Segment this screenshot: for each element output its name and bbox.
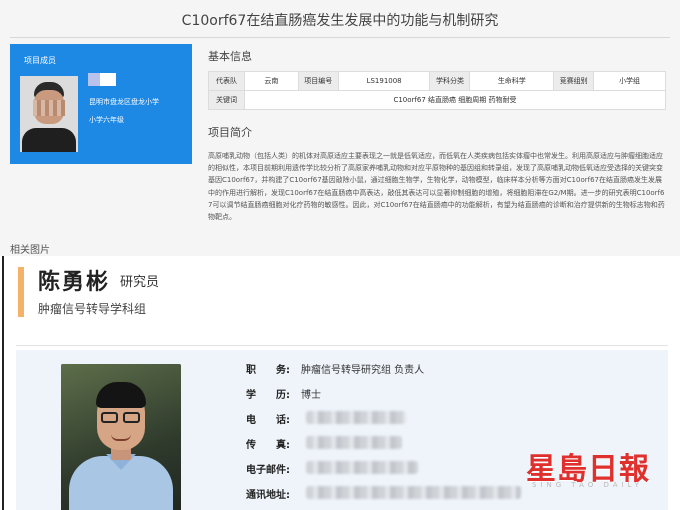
- address-redacted: [306, 486, 521, 499]
- subject-label: 学科分类: [429, 71, 471, 91]
- address-label: 通讯地址:: [246, 490, 290, 501]
- position-value: 肿瘤信号转导研究组 负责人: [301, 365, 425, 376]
- phone-redacted: [306, 411, 406, 424]
- member-name-redacted: [88, 73, 116, 86]
- email-redacted: [306, 461, 418, 474]
- member-panel-heading: 项目成员: [24, 56, 56, 65]
- member-school: 昆明市盘龙区盘龙小学: [89, 98, 159, 106]
- profile-divider: [16, 345, 668, 346]
- phone-label: 电 话:: [246, 415, 290, 426]
- group-label: 竞赛组别: [553, 71, 595, 91]
- id-label: 项目编号: [297, 71, 339, 91]
- project-page: C10orf67在结直肠癌发生发展中的功能与机制研究 项目成员 昆明市盘龙区盘龙…: [0, 0, 680, 256]
- face-mosaic: [33, 100, 65, 116]
- researcher-role: 研究员: [120, 275, 160, 290]
- rep-value: 云南: [243, 71, 299, 91]
- researcher-name: 陈勇彬: [38, 270, 111, 295]
- member-photo: [20, 76, 78, 152]
- group-value: 小学组: [593, 71, 666, 91]
- fax-redacted: [306, 436, 402, 449]
- id-value: LS191008: [337, 71, 431, 91]
- education-value: 博士: [301, 390, 321, 401]
- accent-bar: [18, 267, 24, 317]
- basic-info-table: 代表队 云南 项目编号 LS191008 学科分类 生命科学 竞赛组别 小学组 …: [208, 71, 667, 110]
- table-row: 关键词 C10orf67 结直肠癌 细胞周期 药物耐受: [208, 90, 667, 110]
- subject-value: 生命科学: [469, 71, 555, 91]
- intro-text: 高原哺乳动物（包括人类）的机体对高原适应主要表现之一就是低氧适应，而低氧在人类疾…: [208, 152, 665, 222]
- position-label: 职 务:: [246, 365, 290, 376]
- researcher-photo: [61, 364, 181, 510]
- table-row: 代表队 云南 项目编号 LS191008 学科分类 生命科学 竞赛组别 小学组: [208, 71, 666, 91]
- member-grade: 小学六年级: [89, 116, 124, 124]
- email-label: 电子邮件:: [246, 465, 290, 476]
- watermark-english: SING TAO DAILY: [532, 481, 643, 489]
- education-label: 学 历:: [246, 390, 290, 401]
- sing-tao-watermark: 星島日報 SING TAO DAILY: [520, 444, 670, 494]
- rep-label: 代表队: [208, 71, 245, 91]
- project-title: C10orf67在结直肠癌发生发展中的功能与机制研究: [181, 13, 499, 29]
- keyword-label: 关键词: [208, 90, 245, 110]
- title-divider: [10, 37, 670, 38]
- researcher-profile: 陈勇彬 研究员 肿瘤信号转导学科组 职 务: 肿瘤信号转导研究组 负责人 学 历…: [2, 256, 680, 510]
- related-images-label: 相关图片: [10, 245, 50, 256]
- basic-info-heading: 基本信息: [208, 50, 252, 63]
- researcher-department: 肿瘤信号转导学科组: [38, 302, 147, 316]
- intro-heading: 项目简介: [208, 126, 252, 139]
- fax-label: 传 真:: [246, 440, 290, 451]
- member-panel: 项目成员 昆明市盘龙区盘龙小学 小学六年级: [10, 44, 192, 164]
- keyword-value: C10orf67 结直肠癌 细胞周期 药物耐受: [243, 90, 667, 110]
